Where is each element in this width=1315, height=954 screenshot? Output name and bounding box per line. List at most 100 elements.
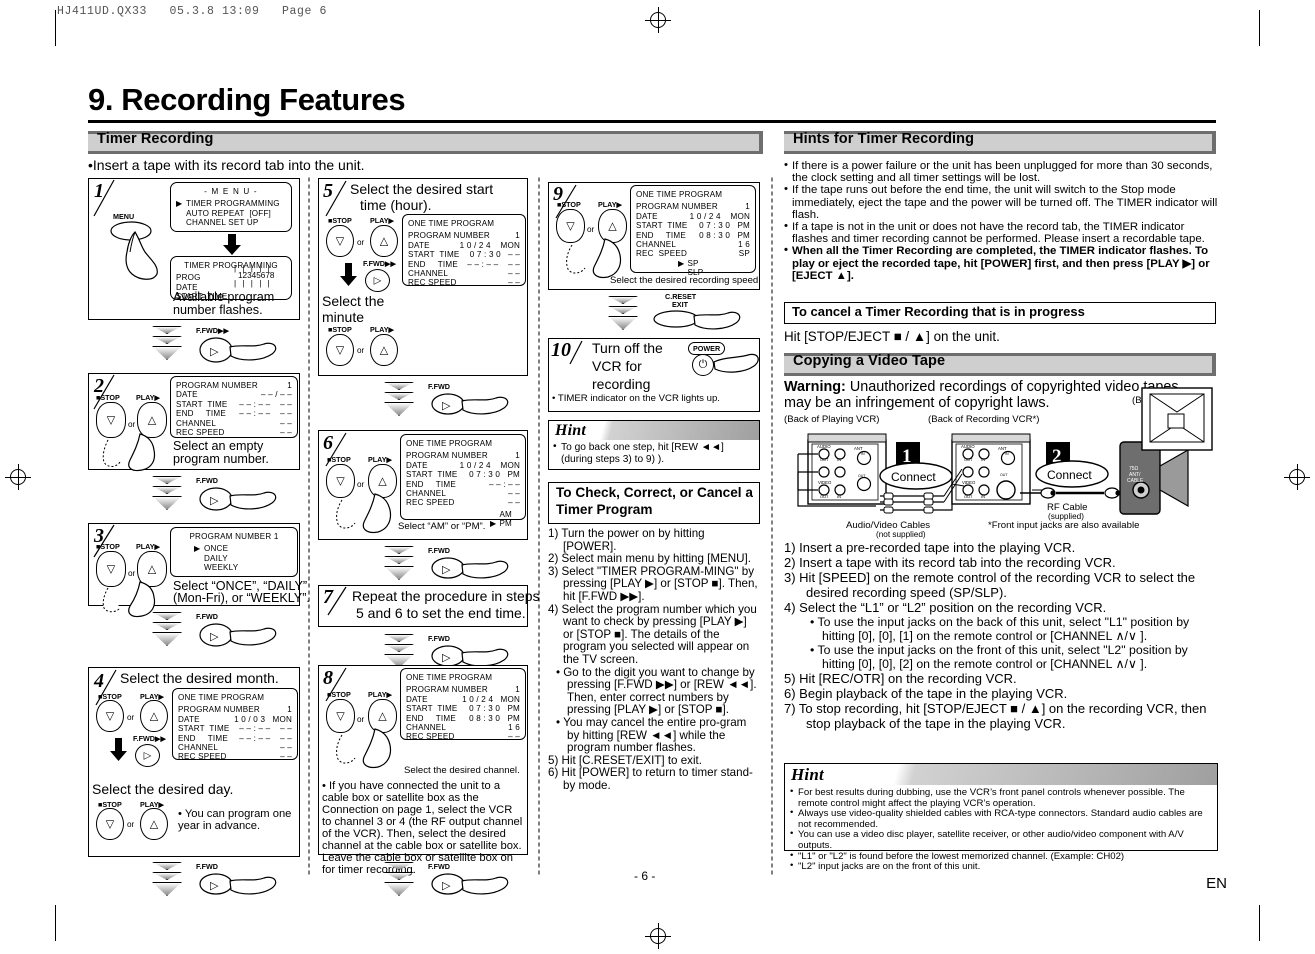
osd-title: PROGRAM NUMBER 1: [189, 532, 279, 541]
svg-text:▷: ▷: [442, 652, 451, 664]
step-4b-stop-button[interactable]: ▽: [96, 808, 124, 840]
column-separator-2: [538, 176, 540, 876]
osd-row: DATE 1 0 / 2 4 MON: [406, 694, 520, 704]
crop-mark-br-v: [1259, 905, 1260, 941]
osd-row: PROGRAM NUMBER 1: [636, 202, 750, 212]
copy-step-sub: • To use the input jacks on the front of…: [810, 643, 1188, 671]
step-5-play-label: PLAY▶: [370, 216, 395, 225]
step-7-line-2: 5 and 6 to set the end time.: [356, 605, 526, 621]
registration-mark-top: [645, 7, 671, 33]
copy-connection-diagram: AUDIO OUT IN ANT IN OUT VIDEO OUT IN 1 C…: [797, 387, 1213, 515]
step-4-heading-2: Select the desired day.: [92, 781, 234, 797]
svg-text:▷: ▷: [210, 631, 219, 643]
check-step: 3) Select "TIMER PROGRAM-MING" by pressi…: [548, 564, 758, 603]
step-8-caption: Select the desired channel.: [404, 765, 520, 776]
step-8-next-key-label: F.FWD: [428, 862, 450, 871]
osd-menu-title: - M E N U -: [204, 187, 258, 196]
crop-mark-tr-v: [1259, 10, 1260, 46]
osd-row: REC SPEED – –: [408, 278, 520, 288]
hint-title-1: Hint: [555, 422, 587, 439]
step-4b-play-button[interactable]: △: [140, 808, 168, 840]
svg-text:IN: IN: [981, 457, 985, 462]
svg-text:OUT: OUT: [820, 494, 829, 499]
step-9-caption: Select the desired recording speed.: [610, 275, 761, 286]
step-5-next-hand-icon: ▷: [431, 393, 509, 415]
osd-title: ONE TIME PROGRAM: [408, 219, 495, 228]
osd-title: ONE TIME PROGRAM: [636, 190, 723, 199]
copy-step: 3) Hit [SPEED] on the remote control of …: [784, 570, 1196, 600]
step-4-ffwd-button[interactable]: ▷: [135, 744, 160, 767]
step-5b-play-button[interactable]: △: [370, 334, 398, 366]
power-button[interactable]: ⏻: [692, 354, 714, 376]
osd-row: END TIME – – : – – – –: [408, 259, 520, 269]
osd-title: ONE TIME PROGRAM: [178, 693, 265, 702]
check-box-title-1: To Check, Correct, or Cancel a: [556, 485, 753, 500]
step-3-osd: PROGRAM NUMBER 1 ▶ ONCE DAILY WEEKLY: [170, 527, 298, 577]
step-5-ffwd-button[interactable]: ▷: [365, 269, 390, 292]
step-8-osd: ONE TIME PROGRAM PROGRAM NUMBER 1 DATE 1 0…: [400, 668, 526, 741]
osd-row: PROGRAM NUMBER 1: [406, 451, 520, 461]
step-1-down-arrow: [223, 234, 241, 255]
step-10-hand-icon: [713, 353, 759, 373]
svg-text:▷: ▷: [210, 495, 219, 507]
hint-item: If there is a power failure or the unit …: [784, 159, 1218, 184]
svg-text:▷: ▷: [210, 880, 219, 892]
osd-row: START TIME 0 7 : 3 0 PM: [406, 704, 520, 714]
osd-ampm-0: AM: [499, 509, 512, 519]
step-4-down-arrow: [110, 738, 127, 761]
step-4-stop-button[interactable]: ▽: [96, 700, 124, 732]
osd-row: DATE 1 0 / 2 4 MON: [408, 240, 520, 250]
check-box-title-2: Timer Program: [556, 502, 653, 517]
step-5b-play-label: PLAY▶: [370, 325, 395, 334]
osd-menu-item-2: CHANNEL SET UP: [186, 218, 259, 228]
copy-step: 6) Begin playback of the tape in the pla…: [784, 686, 1068, 701]
step-5-heading-1: Select the desired start: [350, 181, 494, 197]
osd-row: PROGRAM NUMBER 1: [406, 685, 520, 695]
step-5-subheading-2: minute: [322, 309, 365, 325]
osd-row: DATE 1 0 / 2 4 MON: [636, 211, 750, 221]
step-1-next-key-label: F.FWD▶▶: [196, 326, 230, 335]
osd-row: PROGRAM NUMBER 1: [178, 705, 292, 715]
hint-title-2: Hint: [791, 765, 824, 784]
step-5b-stop-button[interactable]: ▽: [326, 334, 354, 366]
step-5b-or-label: or: [357, 346, 365, 355]
step-4-play-button[interactable]: △: [140, 700, 168, 732]
step-3-next-hand-icon: ▷: [199, 623, 277, 647]
step-4-to-5-chevrons: [152, 862, 182, 898]
section-header-timer-recording: Timer Recording: [88, 131, 763, 154]
step-10-line-3: recording: [592, 376, 651, 392]
step-5-stop-button[interactable]: ▽: [326, 225, 354, 257]
osd-row: CHANNEL – –: [178, 743, 292, 753]
check-step: • You may cancel the entire pro-gram by …: [556, 715, 747, 755]
check-step: 6) Hit [POWER] to return to timer stand-…: [548, 766, 753, 792]
playing-vcr-back: AUDIO OUT IN ANT IN OUT VIDEO OUT IN: [797, 433, 887, 507]
step-4-heading: Select the desired month.: [120, 670, 279, 686]
svg-text:▷: ▷: [442, 400, 451, 412]
step-4-next-key-label: F.FWD: [196, 862, 218, 871]
step-4b-or-label: or: [127, 820, 135, 829]
step-8-to-9-chevrons: [384, 862, 414, 898]
step-9-or-label: or: [587, 225, 595, 234]
step-8-stop-label: ■STOP: [327, 690, 351, 699]
step-8-note: • If you have connected the unit to a ca…: [322, 780, 523, 876]
check-step: 4) Select the program number which you w…: [548, 602, 757, 666]
svg-text:OUT: OUT: [858, 474, 866, 478]
step-4-osd: ONE TIME PROGRAM PROGRAM NUMBER 1 DATE 1 0…: [172, 688, 298, 761]
step-4-note: • You can program one year in advance.: [178, 808, 292, 832]
step-3-or-label: or: [128, 569, 136, 578]
copy-step: 2) Insert a tape with its record tab int…: [784, 555, 1116, 570]
step-1-menu-label: MENU: [113, 212, 135, 221]
crop-mark-tl-v: [55, 10, 56, 46]
check-step: 1) Turn the power on by hitting [POWER].: [548, 527, 705, 553]
step-8-play-label: PLAY▶: [368, 690, 393, 699]
step-3-to-4-chevrons: [152, 612, 182, 648]
step-9-osd: ONE TIME PROGRAM PROGRAM NUMBER 1 DATE 1 0…: [630, 185, 756, 277]
step-1-caption: Available program number flashes.: [173, 290, 275, 317]
osd-row: END TIME 0 8 : 3 0 PM: [406, 713, 520, 723]
osd-row: DATE – – / – –: [176, 390, 292, 400]
step-5-down-arrow: [340, 263, 357, 286]
step-5-next-key-label: F.FWD: [428, 382, 450, 391]
step-5-play-button[interactable]: △: [370, 225, 398, 257]
osd-row: START TIME 0 7 : 3 0 – –: [408, 250, 520, 260]
column-separator-1: [308, 176, 310, 876]
